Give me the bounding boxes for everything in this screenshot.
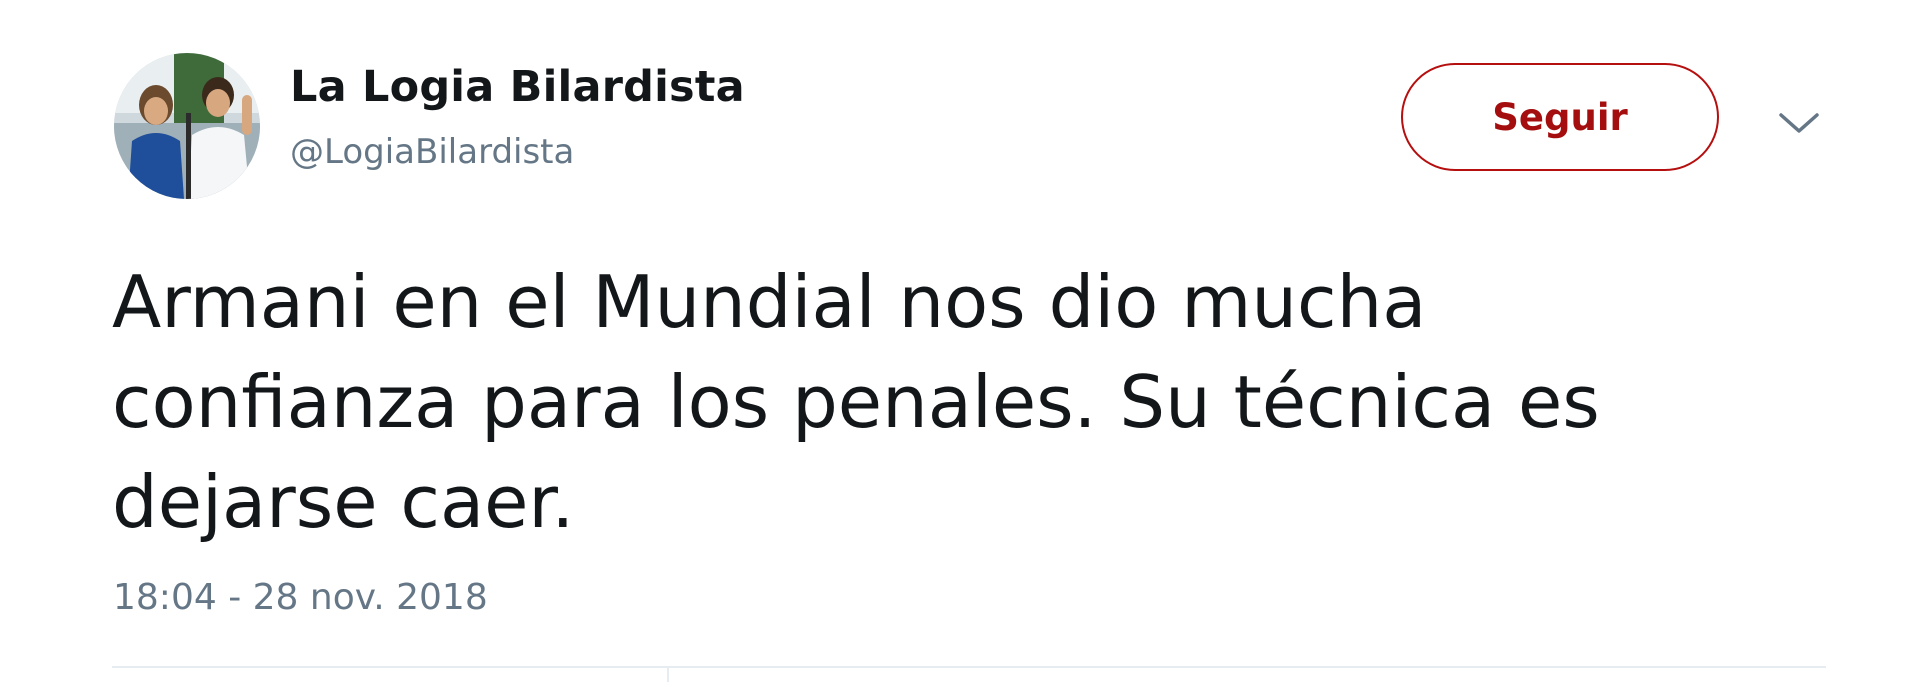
- divider: [112, 666, 1826, 668]
- follow-button-label: Seguir: [1492, 95, 1628, 139]
- tweet-card: La Logia Bilardista @LogiaBilardista Seg…: [0, 0, 1920, 682]
- avatar[interactable]: [114, 53, 260, 199]
- tweet-text: Armani en el Mundial nos dio mucha confi…: [112, 260, 1600, 544]
- follow-button[interactable]: Seguir: [1401, 63, 1719, 171]
- avatar-photo: [114, 53, 260, 199]
- tweet-timestamp[interactable]: 18:04 - 28 nov. 2018: [113, 577, 488, 618]
- author-handle[interactable]: @LogiaBilardista: [290, 132, 574, 172]
- chevron-down-icon[interactable]: [1777, 110, 1821, 136]
- divider-tick: [667, 666, 669, 682]
- author-display-name[interactable]: La Logia Bilardista: [290, 62, 745, 112]
